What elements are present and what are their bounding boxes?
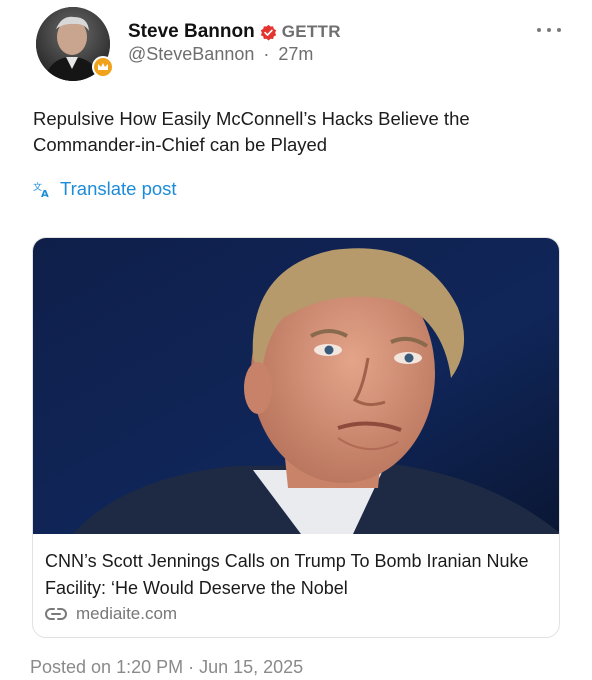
link-preview-domain: mediaite.com bbox=[76, 604, 178, 623]
author-handle-row: @SteveBannon · 27m bbox=[128, 44, 313, 65]
verified-badge-icon bbox=[260, 24, 276, 40]
link-preview-domain-row: mediaite.com bbox=[45, 604, 177, 624]
author-name[interactable]: Steve Bannon bbox=[128, 21, 255, 43]
crown-badge bbox=[92, 56, 114, 78]
separator-dot: · bbox=[263, 44, 270, 64]
gettr-label: GETTR bbox=[281, 22, 341, 41]
author-handle[interactable]: @SteveBannon bbox=[128, 44, 254, 64]
link-preview-card[interactable]: CNN’s Scott Jennings Calls on Trump To B… bbox=[32, 237, 560, 638]
posted-timestamp: Posted on 1:20 PM · Jun 15, 2025 bbox=[30, 657, 304, 677]
link-preview-title: CNN’s Scott Jennings Calls on Trump To B… bbox=[45, 551, 529, 598]
link-preview-image bbox=[33, 238, 559, 534]
author-name-row: Steve Bannon GETTR bbox=[128, 20, 341, 44]
link-icon bbox=[45, 608, 67, 620]
translate-post-button[interactable]: 文 A Translate post bbox=[33, 178, 177, 200]
translate-icon: 文 A bbox=[33, 181, 49, 198]
translate-post-label: Translate post bbox=[60, 178, 177, 199]
more-options-icon[interactable] bbox=[537, 26, 561, 34]
post-text: Repulsive How Easily McConnell’s Hacks B… bbox=[33, 108, 470, 155]
svg-text:A: A bbox=[41, 189, 49, 198]
crown-icon bbox=[98, 63, 108, 70]
post-time-ago: 27m bbox=[278, 44, 314, 64]
